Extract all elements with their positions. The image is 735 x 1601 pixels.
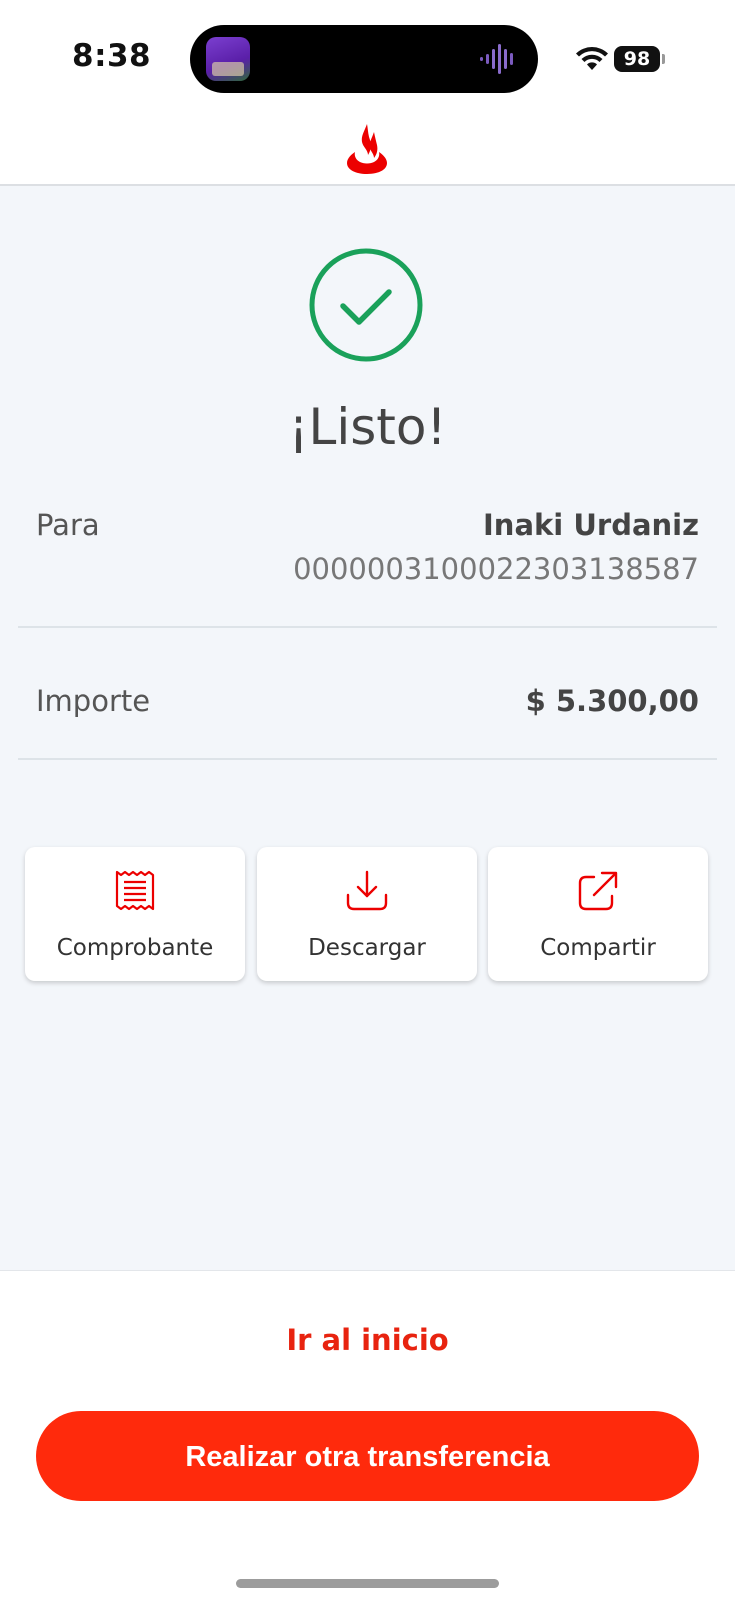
bottom-actions: Ir al inicio Realizar otra transferencia	[0, 1270, 735, 1601]
recipient-row: Para Inaki Urdaniz 000000310002230313858…	[18, 486, 717, 628]
wifi-icon	[576, 47, 608, 70]
share-button[interactable]: Compartir	[488, 847, 708, 981]
go-home-link[interactable]: Ir al inicio	[0, 1323, 735, 1357]
recipient-label: Para	[36, 508, 100, 542]
recipient-account: 0000003100022303138587	[293, 552, 699, 586]
check-circle-icon	[309, 248, 423, 362]
amount-value: $ 5.300,00	[525, 684, 699, 718]
receipt-button[interactable]: Comprobante	[25, 847, 245, 981]
confirmation-panel: ¡Listo! Para Inaki Urdaniz 0000003100022…	[0, 186, 735, 1270]
battery-indicator: 98	[614, 46, 660, 72]
status-bar: 8:38 98	[0, 0, 735, 110]
amount-label: Importe	[36, 684, 151, 718]
santander-flame-icon	[347, 124, 387, 174]
success-title: ¡Listo!	[288, 398, 447, 456]
action-buttons: Comprobante Descargar Compartir	[25, 847, 710, 983]
status-time: 8:38	[72, 38, 152, 74]
share-button-label: Compartir	[540, 935, 656, 961]
receipt-button-label: Comprobante	[56, 935, 214, 961]
new-transfer-button[interactable]: Realizar otra transferencia	[36, 1411, 699, 1501]
recipient-name: Inaki Urdaniz	[483, 508, 699, 542]
receipt-icon	[115, 870, 155, 911]
audio-wave-icon	[480, 44, 513, 74]
download-button-label: Descargar	[308, 935, 426, 961]
now-playing-app-icon[interactable]	[206, 37, 250, 81]
download-button[interactable]: Descargar	[257, 847, 477, 981]
share-icon	[578, 871, 618, 911]
download-icon	[346, 870, 388, 911]
home-indicator[interactable]	[236, 1579, 499, 1588]
amount-row: Importe $ 5.300,00	[18, 628, 717, 760]
dynamic-island[interactable]	[190, 25, 538, 93]
battery-tip	[662, 54, 665, 64]
app-header	[0, 110, 735, 186]
